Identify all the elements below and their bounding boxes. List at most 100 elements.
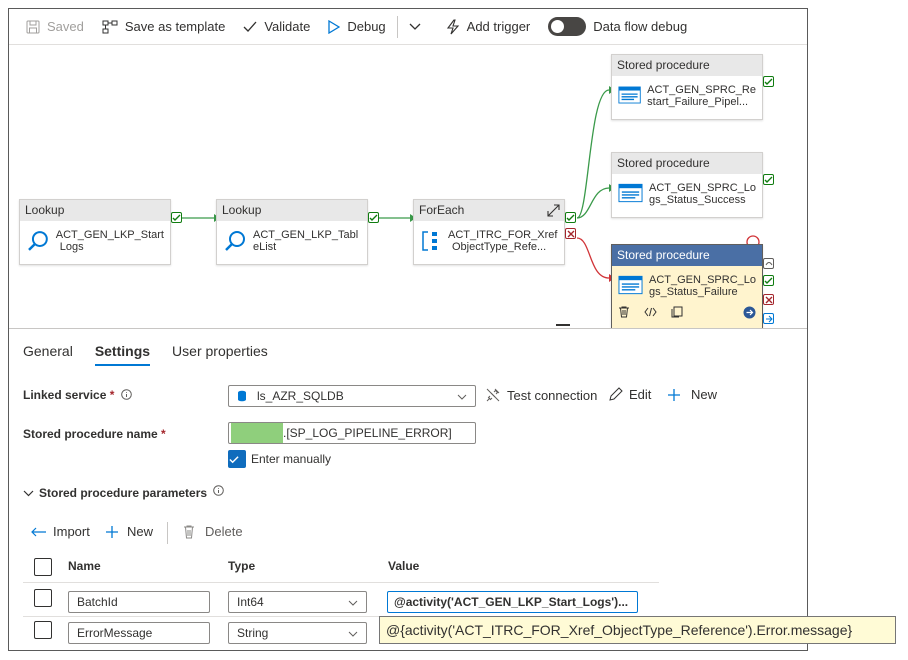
template-icon bbox=[102, 20, 118, 33]
code-icon[interactable] bbox=[644, 307, 657, 317]
save-icon bbox=[26, 20, 40, 33]
saved-button[interactable]: Saved bbox=[17, 9, 93, 45]
checkmark-icon bbox=[566, 214, 575, 221]
linked-service-dropdown[interactable]: ls_AZR_SQLDB bbox=[228, 385, 476, 407]
debug-label: Debug bbox=[347, 19, 386, 34]
failure-output-handle[interactable] bbox=[565, 228, 576, 239]
properties-panel: General Settings User properties Linked … bbox=[9, 328, 807, 650]
add-trigger-label: Add trigger bbox=[466, 19, 531, 34]
save-as-template-label: Save as template bbox=[124, 19, 226, 34]
activity-lookup-start-logs[interactable]: Lookup ACT_GEN_LKP_Start Logs bbox=[19, 199, 171, 265]
column-header-name: Name bbox=[68, 559, 101, 573]
row-checkbox[interactable] bbox=[34, 589, 52, 607]
saved-label: Saved bbox=[47, 19, 84, 34]
plus-icon bbox=[106, 525, 118, 538]
completion-output-handle[interactable] bbox=[763, 313, 774, 324]
checkmark-icon bbox=[764, 176, 773, 183]
new-linked-service-button[interactable]: New bbox=[667, 387, 717, 402]
debug-button[interactable]: Debug bbox=[319, 9, 394, 45]
stored-procedure-parameters-header[interactable]: Stored procedure parameters bbox=[23, 485, 225, 500]
success-output-handle[interactable] bbox=[171, 212, 182, 223]
new-label: New bbox=[691, 387, 718, 402]
param-type-dropdown[interactable]: Int64 bbox=[228, 591, 367, 613]
expression-tooltip: @{activity('ACT_ITRC_FOR_Xref_ObjectType… bbox=[379, 616, 896, 644]
success-output-handle[interactable] bbox=[368, 212, 379, 223]
play-icon bbox=[328, 19, 341, 34]
enter-manually-checkbox[interactable]: Enter manually bbox=[228, 450, 331, 468]
table-row: BatchId Int64 @activity('ACT_GEN_LKP_Sta… bbox=[23, 587, 659, 617]
stored-procedure-icon bbox=[618, 86, 641, 104]
splitter-handle bbox=[556, 324, 570, 326]
param-name-input[interactable]: ErrorMessage bbox=[68, 622, 210, 644]
chevron-down-icon bbox=[457, 394, 467, 400]
x-icon bbox=[765, 296, 772, 303]
stored-procedure-name-label: Stored procedure name * bbox=[23, 427, 166, 441]
param-name-input[interactable]: BatchId bbox=[68, 591, 210, 613]
copy-icon[interactable] bbox=[671, 306, 683, 318]
skip-arrow-icon bbox=[765, 261, 772, 265]
skip-output-handle[interactable] bbox=[763, 258, 774, 269]
pipeline-editor: Saved Save as template Validate Debug Ad… bbox=[8, 8, 808, 651]
activity-sp-restart-failure[interactable]: Stored procedure ACT_GEN_SPRC_Re start_Fa… bbox=[611, 54, 763, 120]
validate-button[interactable]: Validate bbox=[234, 9, 319, 45]
edit-linked-service-button[interactable]: Edit bbox=[608, 387, 651, 402]
validate-label: Validate bbox=[264, 19, 311, 34]
stored-procedure-name-input[interactable]: .[SP_LOG_PIPELINE_ERROR] bbox=[228, 422, 476, 444]
x-icon bbox=[567, 230, 574, 237]
tab-general[interactable]: General bbox=[23, 343, 73, 366]
delete-parameter-button[interactable]: Delete bbox=[183, 524, 243, 539]
pencil-icon bbox=[609, 387, 623, 401]
activity-sp-logs-status-success[interactable]: Stored procedure ACT_GEN_SPRC_Lo gs_Statu… bbox=[611, 152, 763, 218]
param-type-dropdown[interactable]: String bbox=[228, 622, 367, 644]
toggle-switch[interactable] bbox=[548, 17, 587, 36]
chevron-down-icon bbox=[409, 23, 421, 30]
success-output-handle[interactable] bbox=[565, 212, 576, 223]
activity-type: Stored procedure bbox=[612, 55, 762, 76]
activity-foreach-xref[interactable]: ForEach ACT_ITRC_FOR_Xref ObjectType_Refe… bbox=[413, 199, 565, 265]
add-trigger-button[interactable]: Add trigger bbox=[437, 9, 540, 45]
checkmark-icon bbox=[172, 214, 181, 221]
data-flow-debug-label: Data flow debug bbox=[593, 19, 688, 34]
lookup-icon bbox=[28, 231, 48, 251]
redacted-block bbox=[231, 423, 283, 443]
lookup-icon bbox=[225, 231, 245, 251]
chevron-down-icon bbox=[23, 490, 34, 497]
success-output-handle[interactable] bbox=[763, 174, 774, 185]
param-value-input[interactable]: @activity('ACT_GEN_LKP_Start_Logs')... bbox=[387, 591, 638, 613]
pipeline-canvas[interactable]: Lookup ACT_GEN_LKP_Start Logs Lookup ACT_… bbox=[9, 46, 807, 332]
import-parameters-button[interactable]: Import bbox=[31, 524, 90, 539]
properties-tabs: General Settings User properties bbox=[23, 343, 268, 366]
success-output-handle[interactable] bbox=[763, 76, 774, 87]
params-toolbar-divider bbox=[167, 522, 168, 544]
new-parameter-button[interactable]: New bbox=[105, 524, 153, 539]
checkmark-icon bbox=[369, 214, 378, 221]
save-as-template-button[interactable]: Save as template bbox=[93, 9, 234, 45]
failure-output-handle[interactable] bbox=[763, 294, 774, 305]
data-flow-debug-toggle[interactable]: Data flow debug bbox=[539, 9, 696, 45]
plug-icon bbox=[486, 388, 500, 402]
activity-type: Stored procedure bbox=[612, 153, 762, 174]
toolbar: Saved Save as template Validate Debug Ad… bbox=[9, 9, 807, 45]
checkbox-checked[interactable] bbox=[228, 450, 246, 468]
import-arrow-icon bbox=[31, 527, 46, 536]
chevron-down-icon bbox=[348, 631, 358, 637]
expand-icon[interactable] bbox=[547, 204, 560, 217]
connector-foreach-sp1 bbox=[576, 89, 610, 219]
success-output-handle[interactable] bbox=[763, 275, 774, 286]
activity-name: ACT_GEN_SPRC_Lo gs_Status_Failure bbox=[649, 274, 756, 298]
activity-lookup-table-list[interactable]: Lookup ACT_GEN_LKP_Tabl eList bbox=[216, 199, 368, 265]
activity-name: ACT_ITRC_FOR_Xref ObjectType_Refe... bbox=[448, 229, 558, 253]
param-type-value: Int64 bbox=[237, 595, 264, 609]
activity-actions-bar bbox=[612, 304, 762, 320]
stored-procedure-icon bbox=[618, 275, 643, 295]
tab-settings[interactable]: Settings bbox=[94, 343, 151, 366]
arrow-circle-icon[interactable] bbox=[743, 306, 756, 319]
delete-icon[interactable] bbox=[618, 306, 630, 318]
tab-user-properties[interactable]: User properties bbox=[172, 343, 268, 366]
row-checkbox[interactable] bbox=[34, 621, 52, 639]
debug-dropdown-button[interactable] bbox=[400, 9, 437, 45]
select-all-checkbox[interactable] bbox=[34, 558, 52, 576]
test-connection-button[interactable]: Test connection bbox=[485, 387, 597, 403]
checkmark-icon bbox=[243, 21, 257, 32]
activity-sp-logs-status-failure[interactable]: Stored procedure ACT_GEN_SPRC_Lo gs_Statu… bbox=[611, 244, 763, 332]
